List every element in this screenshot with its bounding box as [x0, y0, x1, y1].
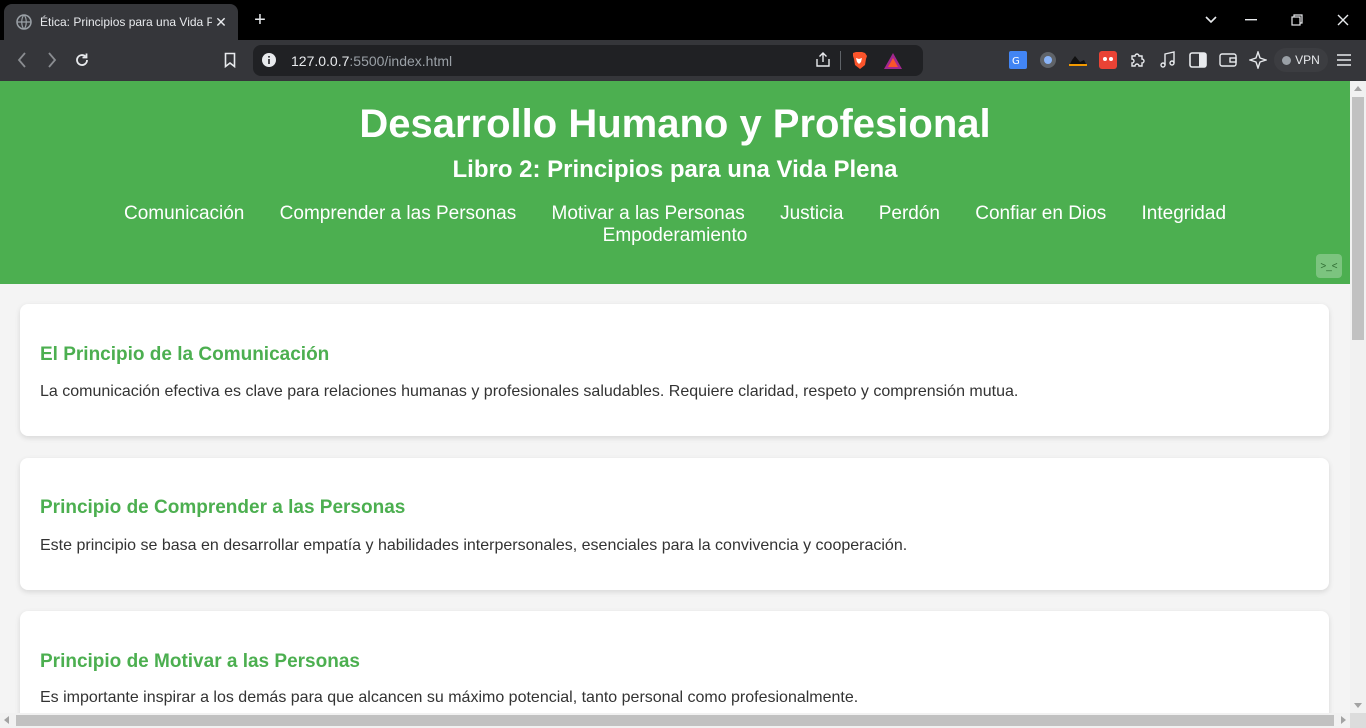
nav-link-comprender[interactable]: Comprender a las Personas [280, 203, 517, 224]
page-title: Desarrollo Humano y Profesional [359, 102, 991, 146]
tab-close-icon[interactable]: ✕ [212, 13, 230, 31]
nav-link-perdon[interactable]: Perdón [879, 203, 940, 224]
brave-shields-icon[interactable] [850, 51, 868, 76]
close-window-button[interactable] [1320, 0, 1366, 40]
extension-globe-icon[interactable] [1038, 50, 1058, 70]
minimize-button[interactable] [1228, 0, 1274, 40]
vpn-status-icon [1282, 55, 1292, 65]
section-title: Principio de Comprender a las Personas [40, 497, 406, 518]
wallet-icon[interactable] [1218, 50, 1238, 70]
nav-link-motivar[interactable]: Motivar a las Personas [552, 203, 745, 224]
site-info-icon[interactable] [261, 52, 277, 68]
main-menu-icon[interactable] [1334, 50, 1354, 70]
extension-cat-icon[interactable] [1068, 50, 1088, 70]
section-card: Principio de Comprender a las Personas E… [20, 458, 1329, 590]
vpn-label: VPN [1295, 53, 1320, 67]
scrollbar-corner [1350, 713, 1366, 728]
url-text[interactable]: 127.0.0.7:5500/index.html [291, 53, 452, 69]
nav-link-justicia[interactable]: Justicia [780, 203, 843, 224]
main-nav: Comunicación Comprender a las Personas M… [100, 203, 1250, 247]
address-bar[interactable]: 127.0.0.7:5500/index.html [253, 45, 923, 76]
nav-link-empoderamiento[interactable]: Empoderamiento [603, 225, 748, 246]
browser-tab[interactable]: Ética: Principios para una Vida P ✕ [4, 4, 238, 40]
vertical-scroll-thumb[interactable] [1352, 97, 1364, 340]
tab-title: Ética: Principios para una Vida P [40, 15, 212, 29]
share-icon[interactable] [815, 52, 831, 73]
extensions-puzzle-icon[interactable] [1128, 50, 1148, 70]
section-card: El Principio de la Comunicación La comun… [20, 304, 1329, 436]
nav-link-comunicacion[interactable]: Comunicación [124, 203, 244, 224]
section-title: Principio de Motivar a las Personas [40, 651, 360, 672]
section-text: La comunicación efectiva es clave para r… [40, 383, 1019, 400]
scroll-up-arrow-icon[interactable] [1354, 86, 1362, 91]
leo-ai-sparkle-icon[interactable] [1248, 50, 1268, 70]
site-header: Desarrollo Humano y Profesional Libro 2:… [0, 81, 1350, 284]
translate-extension-icon[interactable]: G [1008, 50, 1028, 70]
new-tab-button[interactable]: + [248, 8, 272, 32]
omnibox-divider [840, 51, 841, 70]
page-subtitle: Libro 2: Principios para una Vida Plena [452, 156, 898, 183]
section-text: Es importante inspirar a los demás para … [40, 689, 859, 706]
section-title: El Principio de la Comunicación [40, 344, 330, 365]
section-card: Principio de Motivar a las Personas Es i… [20, 611, 1329, 713]
restore-button[interactable] [1274, 0, 1320, 40]
brave-rewards-icon[interactable] [883, 52, 903, 75]
horizontal-scrollbar[interactable] [0, 713, 1350, 728]
page-viewport: Desarrollo Humano y Profesional Libro 2:… [0, 81, 1350, 713]
reload-icon[interactable] [70, 48, 94, 72]
extension-red-icon[interactable] [1098, 50, 1118, 70]
vertical-scrollbar[interactable] [1350, 81, 1366, 713]
sidebar-toggle-icon[interactable] [1188, 50, 1208, 70]
scroll-down-arrow-icon[interactable] [1354, 703, 1362, 708]
vpn-button[interactable]: VPN [1274, 48, 1328, 72]
back-arrow-icon[interactable] [10, 48, 34, 72]
horizontal-scroll-thumb[interactable] [16, 715, 1334, 726]
bookmark-icon[interactable] [218, 48, 242, 72]
svg-text:G: G [1012, 56, 1020, 67]
globe-icon [16, 14, 32, 30]
scroll-left-arrow-icon[interactable] [4, 716, 9, 724]
media-controls-icon[interactable] [1158, 50, 1178, 70]
forward-arrow-icon[interactable] [40, 48, 64, 72]
browser-tab-bar: Ética: Principios para una Vida P ✕ + [0, 0, 1366, 40]
floating-widget-icon[interactable]: >_< [1316, 254, 1342, 278]
nav-link-confiar[interactable]: Confiar en Dios [975, 203, 1106, 224]
section-text: Este principio se basa en desarrollar em… [40, 537, 908, 554]
scroll-right-arrow-icon[interactable] [1341, 716, 1346, 724]
nav-link-integridad[interactable]: Integridad [1142, 203, 1227, 224]
